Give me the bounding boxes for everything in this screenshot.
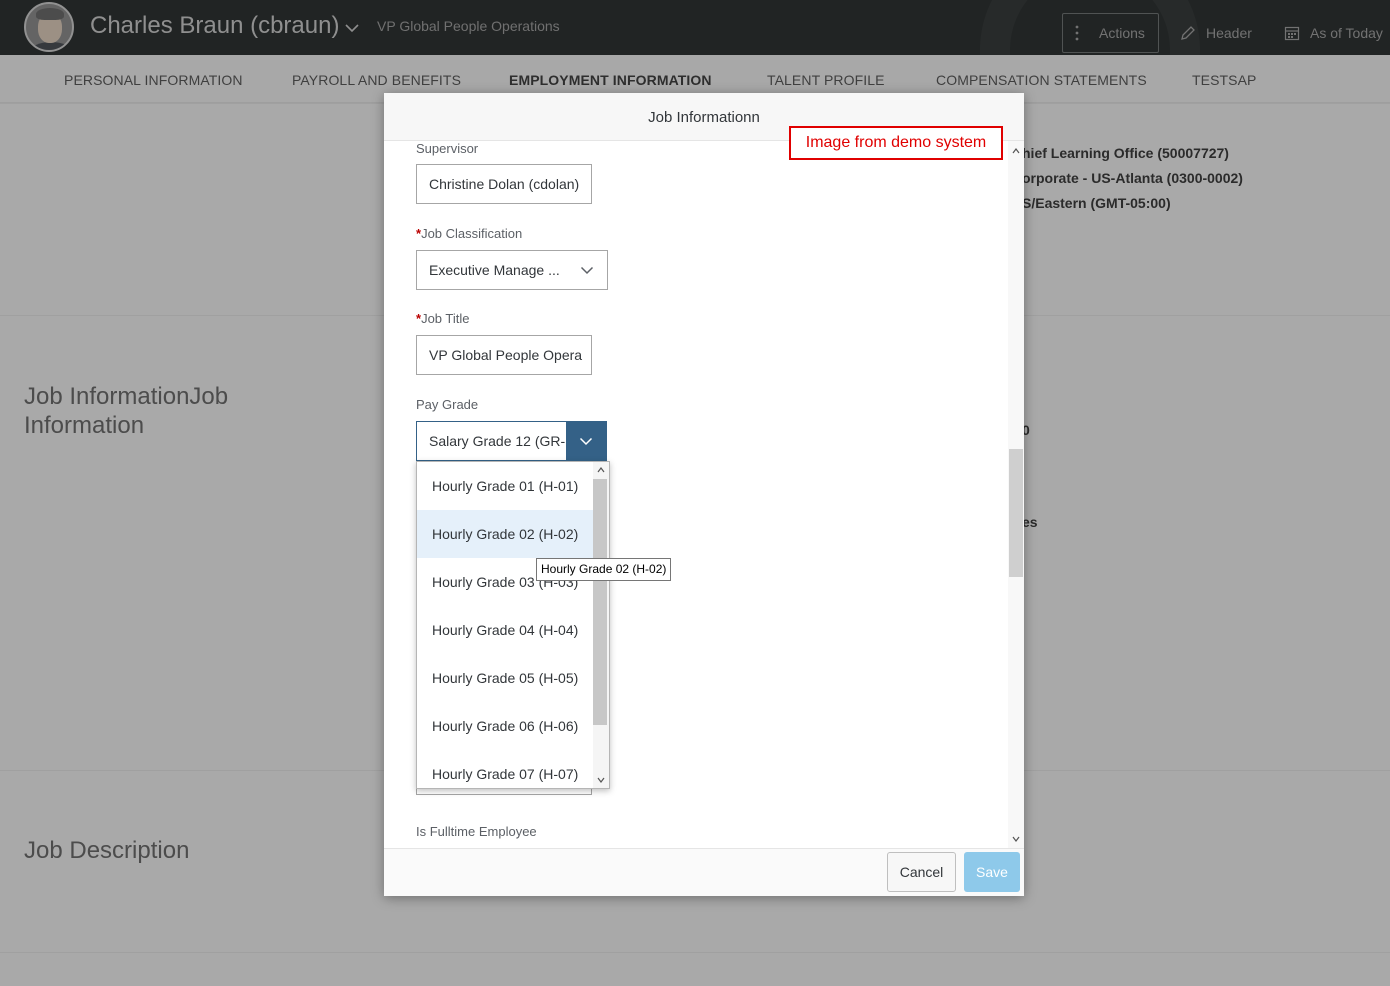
supervisor-label: Supervisor — [416, 141, 479, 156]
job-title-label: *Job Title — [416, 311, 469, 326]
dropdown-option[interactable]: Hourly Grade 02 (H-02) — [417, 510, 594, 558]
chevron-down-icon — [580, 266, 594, 274]
job-classification-label-text: Job Classification — [421, 226, 523, 241]
job-title-label-text: Job Title — [421, 311, 470, 326]
dropdown-option[interactable]: Hourly Grade 04 (H-04) — [417, 606, 594, 654]
chevron-down-icon[interactable] — [1012, 835, 1020, 843]
chevron-down-icon[interactable] — [597, 776, 605, 784]
pay-grade-toggle[interactable] — [566, 422, 606, 460]
dialog-scrollbar[interactable] — [1008, 141, 1024, 848]
job-classification-label: *Job Classification — [416, 226, 522, 241]
chevron-down-icon — [579, 437, 593, 445]
dropdown-option[interactable]: Hourly Grade 01 (H-01) — [417, 462, 594, 510]
chevron-up-icon[interactable] — [1012, 147, 1020, 155]
chevron-up-icon[interactable] — [597, 466, 605, 474]
dialog-body: Supervisor Christine Dolan (cdolan) *Job… — [384, 141, 1024, 848]
job-classification-value: Executive Manage ... — [429, 262, 560, 278]
job-classification-toggle[interactable] — [567, 251, 607, 289]
pay-grade-label: Pay Grade — [416, 397, 479, 412]
dropdown-scroll-thumb[interactable] — [593, 479, 607, 725]
pay-grade-select[interactable]: Salary Grade 12 (GR- — [416, 421, 607, 461]
job-information-dialog: Job Informationn Supervisor Christine Do… — [384, 93, 1024, 896]
dropdown-option[interactable]: Hourly Grade 05 (H-05) — [417, 654, 594, 702]
dropdown-option[interactable]: Hourly Grade 07 (H-07) — [417, 750, 594, 788]
pay-grade-dropdown: Hourly Grade 01 (H-01) Hourly Grade 02 (… — [416, 461, 610, 789]
job-title-field[interactable]: VP Global People Opera — [416, 335, 592, 375]
save-button[interactable]: Save — [964, 852, 1020, 892]
job-classification-select[interactable]: Executive Manage ... — [416, 250, 608, 290]
cancel-button[interactable]: Cancel — [887, 852, 956, 892]
dialog-title: Job Informationn — [648, 109, 760, 126]
is-fulltime-label: Is Fulltime Employee — [416, 824, 537, 839]
option-tooltip: Hourly Grade 02 (H-02) — [536, 558, 672, 581]
dropdown-option[interactable]: Hourly Grade 06 (H-06) — [417, 702, 594, 750]
supervisor-field[interactable]: Christine Dolan (cdolan) — [416, 164, 592, 204]
dropdown-scrollbar[interactable] — [593, 462, 609, 788]
pay-grade-value: Salary Grade 12 (GR- — [429, 433, 566, 449]
demo-system-annotation: Image from demo system — [789, 126, 1003, 160]
dialog-scroll-thumb[interactable] — [1009, 449, 1023, 577]
